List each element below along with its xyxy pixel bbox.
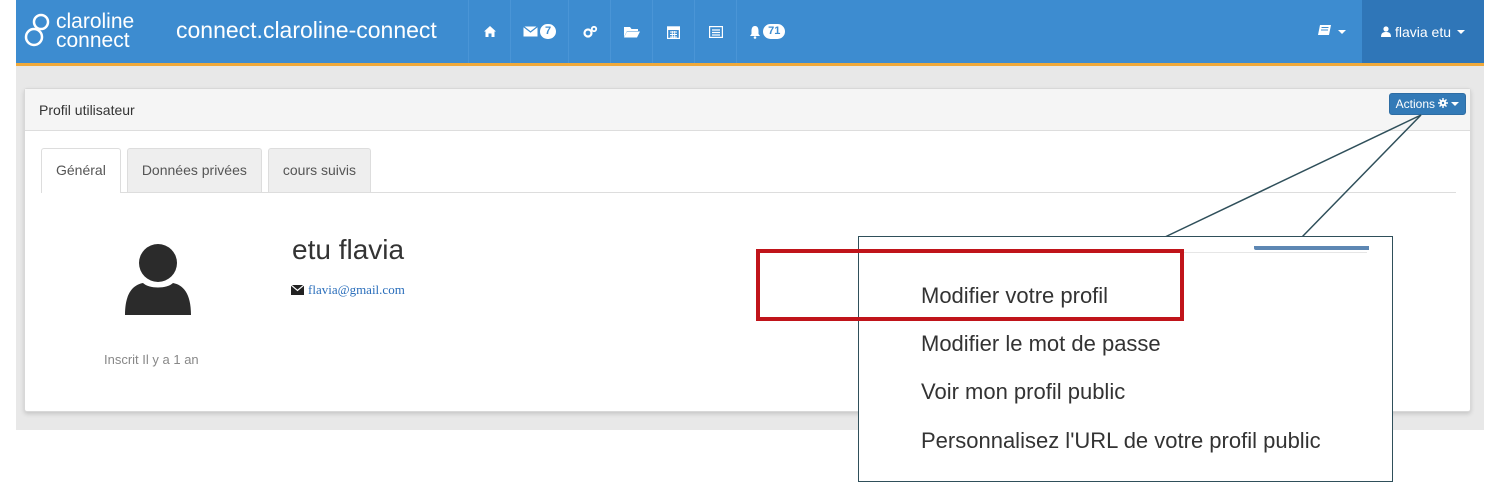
user-avatar-icon	[123, 244, 193, 321]
envelope-icon	[290, 283, 305, 298]
user-name-label: flavia etu	[1394, 23, 1452, 40]
nav-messages[interactable]: 7	[510, 0, 568, 63]
nav-icon-bar: 7 71	[468, 0, 797, 63]
actions-button-fragment	[1254, 246, 1369, 250]
menu-top-edge	[887, 252, 1367, 256]
menu-item-view-public-profile[interactable]: Voir mon profil public	[921, 379, 1125, 405]
notifications-badge: 71	[763, 24, 786, 39]
logo-mark-icon	[24, 9, 52, 53]
user-menu-dropdown[interactable]: flavia etu	[1362, 0, 1484, 63]
site-title[interactable]: connect.claroline-connect	[176, 17, 437, 44]
nav-list[interactable]	[694, 0, 736, 63]
email-link[interactable]: flavia@gmail.com	[308, 282, 405, 298]
actions-label: Actions	[1395, 97, 1435, 111]
profile-tabs: Général Données privées cours suivis	[41, 148, 1456, 193]
panel-header: Profil utilisateur	[25, 89, 1470, 131]
book-dropdown[interactable]	[1302, 0, 1362, 63]
list-icon	[708, 25, 723, 38]
chevron-down-icon	[1451, 102, 1459, 106]
avatar	[123, 243, 193, 317]
nav-agenda[interactable]	[652, 0, 694, 63]
logo-line-2: connect	[56, 29, 130, 52]
claroline-logo[interactable]: claroline connect	[24, 6, 164, 56]
gear-icon	[1438, 97, 1448, 111]
nav-notifications[interactable]: 71	[736, 0, 797, 63]
email-row: flavia@gmail.com	[290, 282, 405, 298]
user-icon	[1380, 24, 1391, 40]
menu-item-change-password[interactable]: Modifier le mot de passe	[921, 331, 1161, 357]
book-icon	[1318, 23, 1332, 41]
tab-private-data[interactable]: Données privées	[126, 148, 262, 192]
nav-resources[interactable]	[610, 0, 652, 63]
tab-courses[interactable]: cours suivis	[267, 148, 372, 192]
logo-text: claroline connect	[56, 11, 134, 52]
top-navbar: claroline connect connect.claroline-conn…	[16, 0, 1484, 66]
nav-workspaces[interactable]	[568, 0, 610, 63]
chevron-down-icon	[1338, 29, 1346, 34]
profile-name: etu flavia	[292, 234, 405, 265]
calendar-icon	[667, 25, 681, 39]
menu-item-edit-profile[interactable]: Modifier votre profil	[921, 283, 1108, 309]
tab-general[interactable]: Général	[41, 148, 121, 193]
chevron-down-icon	[1457, 29, 1466, 34]
menu-item-customize-url[interactable]: Personnalisez l'URL de votre profil publ…	[921, 428, 1321, 454]
actions-button[interactable]: Actions	[1388, 93, 1466, 115]
folder-icon	[623, 26, 640, 38]
nav-right: flavia etu	[1302, 0, 1484, 63]
nav-home[interactable]	[468, 0, 510, 63]
cogs-icon	[582, 25, 598, 39]
messages-badge: 7	[540, 24, 557, 39]
panel-title: Profil utilisateur	[39, 102, 135, 118]
bell-icon	[749, 25, 761, 39]
home-icon	[483, 25, 497, 38]
envelope-icon	[523, 26, 538, 37]
actions-menu-callout: Modifier votre profil Modifier le mot de…	[858, 236, 1393, 482]
member-since: Inscrit Il y a 1 an	[104, 352, 199, 367]
